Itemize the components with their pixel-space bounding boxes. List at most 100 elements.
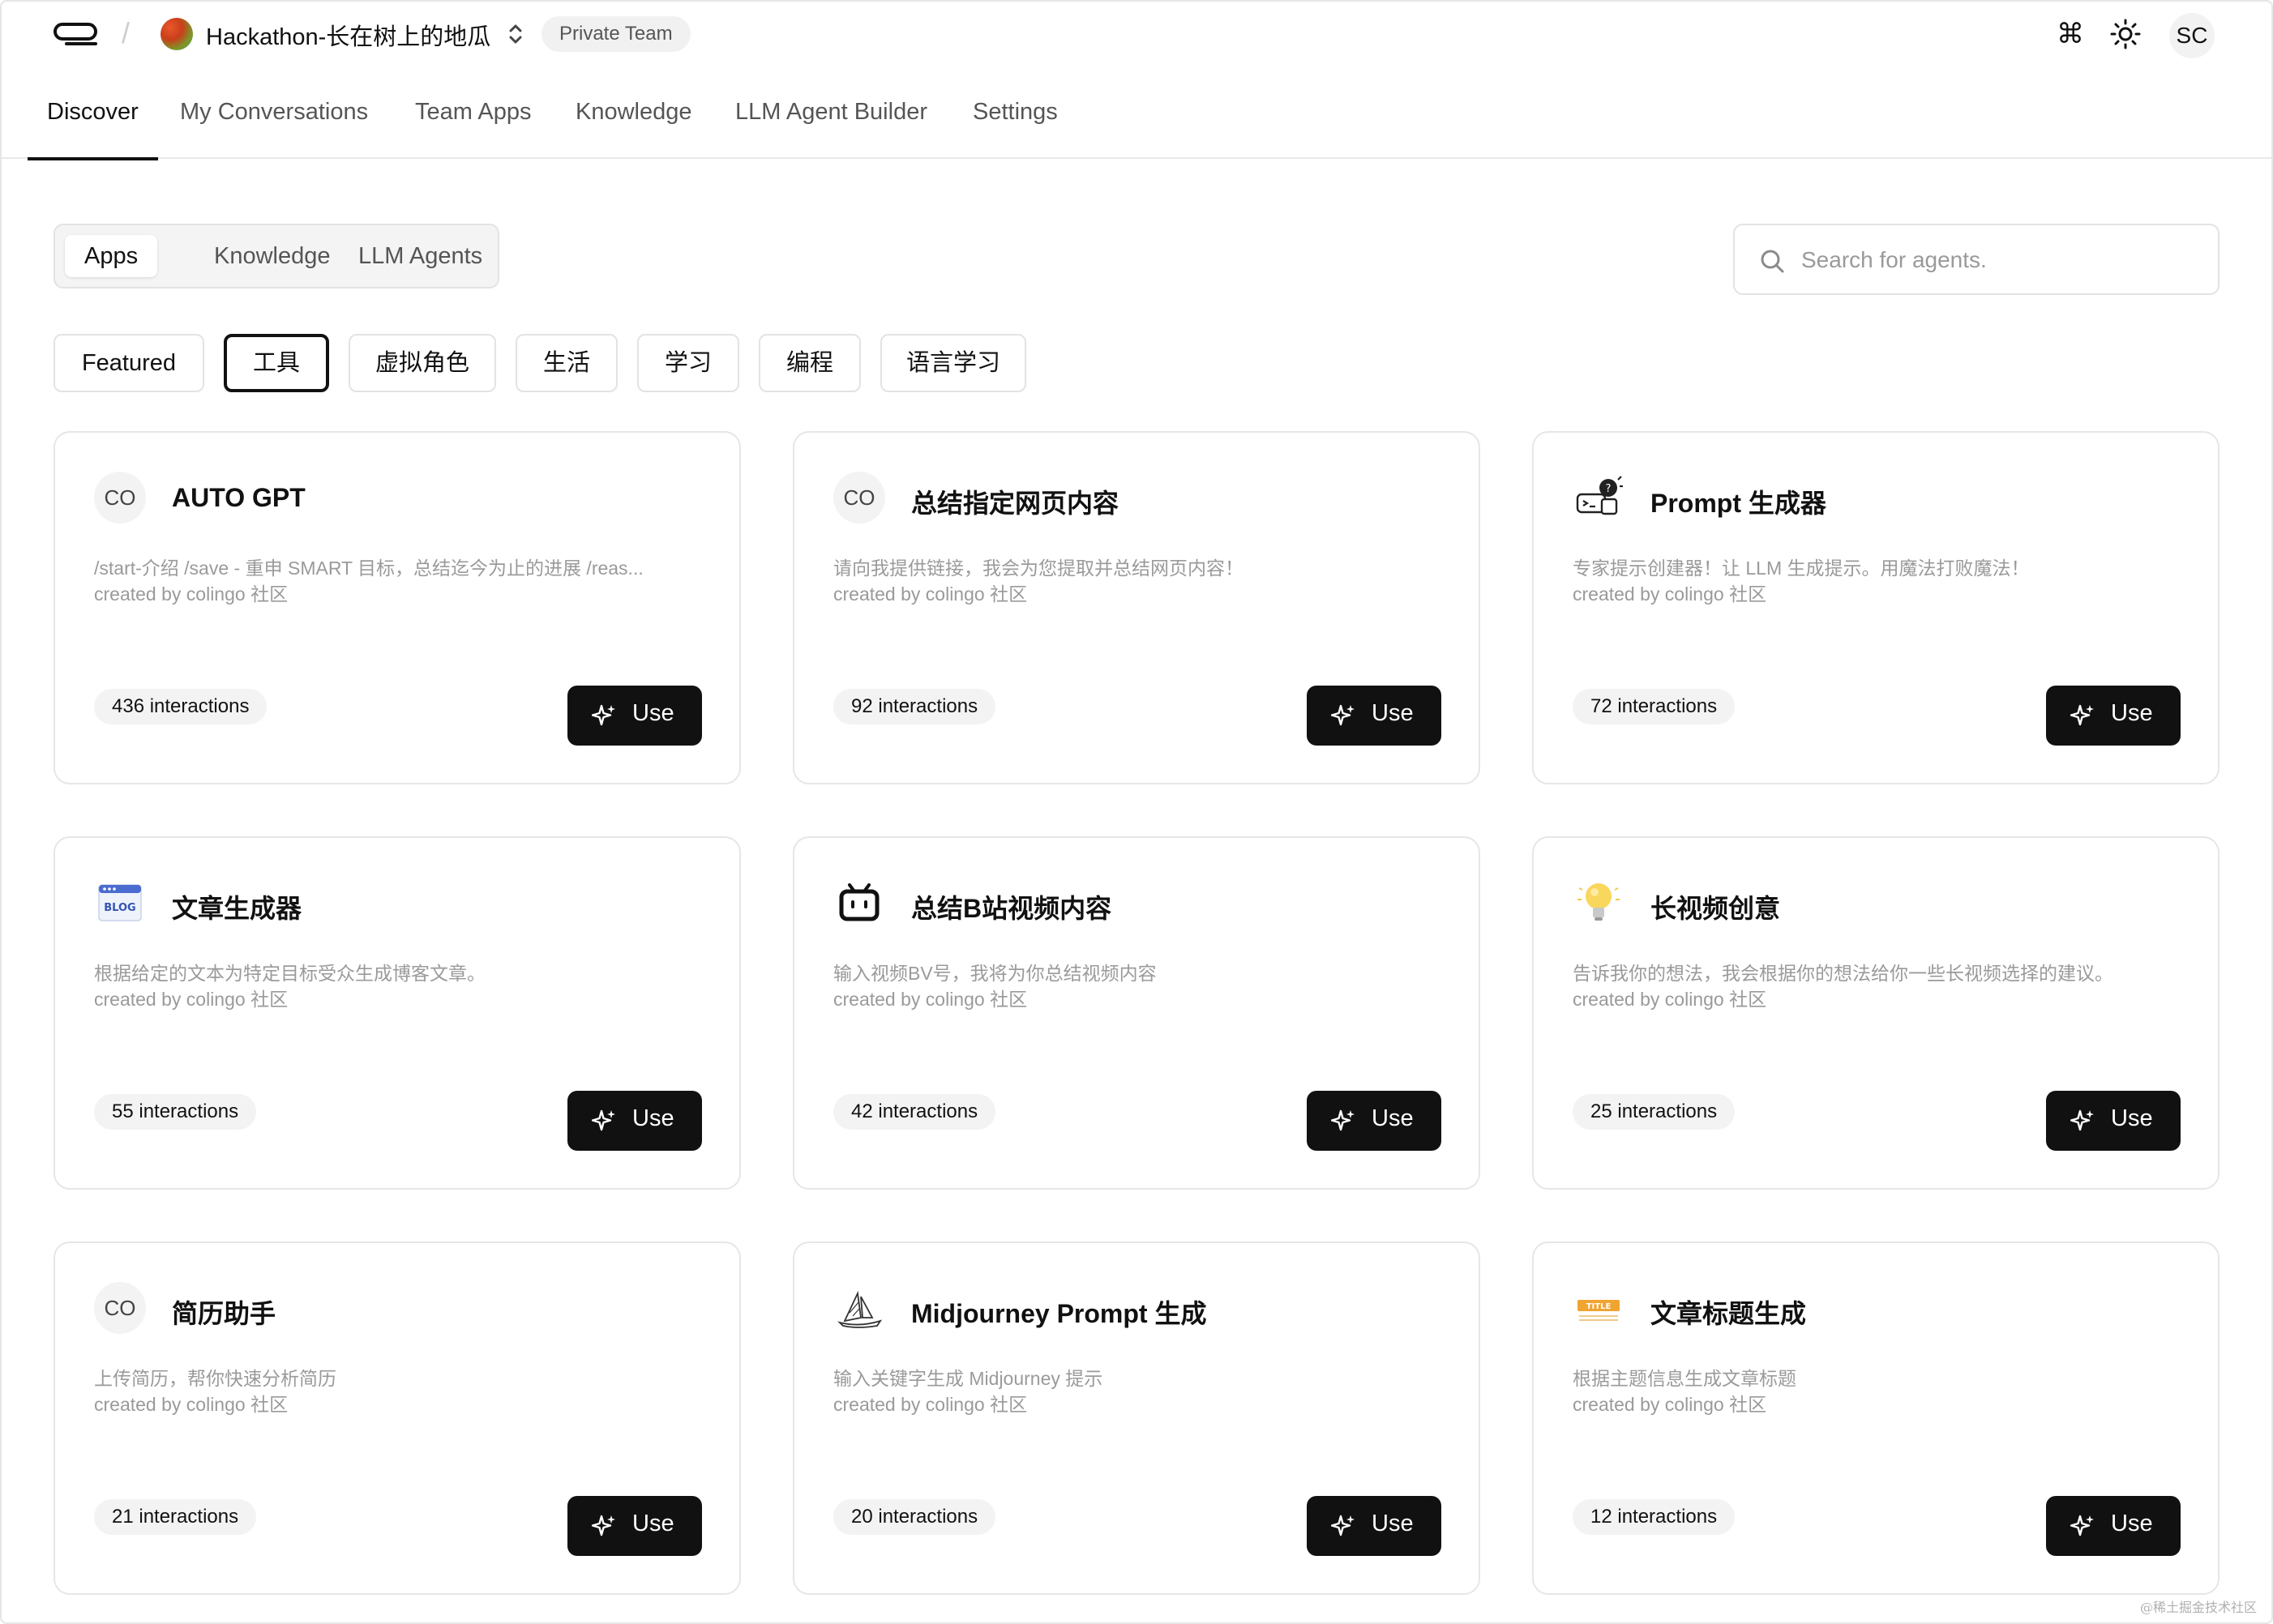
app-card[interactable]: CO AUTO GPT /start-介绍 /save - 重申 SMART 目… <box>54 431 741 784</box>
use-button-label: Use <box>2111 1511 2153 1536</box>
app-card[interactable]: 总结B站视频内容 输入视频BV号，我将为你总结视频内容 created by c… <box>793 836 1480 1190</box>
use-button-label: Use <box>632 1105 674 1131</box>
card-description: 上传简历，帮你快速分析简历 <box>94 1368 336 1389</box>
card-author: created by colingo 社区 <box>833 1394 1028 1415</box>
tab-llm-agent-builder[interactable]: LLM Agent Builder <box>735 99 927 159</box>
main-nav: Discover My Conversations Team Apps Know… <box>2 83 2271 160</box>
app-card[interactable]: Midjourney Prompt 生成 输入关键字生成 Midjourney … <box>793 1242 1480 1595</box>
category-programming[interactable]: 编程 <box>759 334 861 392</box>
app-card[interactable]: TITLE 文章标题生成 根据主题信息生成文章标题 created by col… <box>1532 1242 2219 1595</box>
tab-discover[interactable]: Discover <box>28 99 158 160</box>
category-featured[interactable]: Featured <box>54 334 204 392</box>
interaction-count: 20 interactions <box>833 1499 996 1535</box>
use-button[interactable]: Use <box>2046 1091 2181 1151</box>
app-card[interactable]: ? Prompt 生成器 专家提示创建器！让 LLM 生成提示。用魔法打败魔法！… <box>1532 431 2219 784</box>
interaction-count: 25 interactions <box>1573 1094 1736 1130</box>
use-button[interactable]: Use <box>2046 1496 2181 1556</box>
use-button-label: Use <box>2111 700 2153 726</box>
breadcrumb-separator: / <box>122 16 131 49</box>
sparkle-icon <box>2070 704 2094 726</box>
use-button-label: Use <box>2111 1105 2153 1131</box>
interaction-count: 55 interactions <box>94 1094 257 1130</box>
use-button-label: Use <box>1372 1105 1414 1131</box>
tab-team-apps[interactable]: Team Apps <box>415 99 531 159</box>
interaction-count: 436 interactions <box>94 689 268 724</box>
tab-settings[interactable]: Settings <box>973 99 1058 159</box>
search-icon <box>1761 250 1784 273</box>
team-avatar[interactable] <box>161 18 193 50</box>
category-study[interactable]: 学习 <box>637 334 739 392</box>
search-input[interactable] <box>1801 238 2198 282</box>
title-tag-icon: TITLE <box>1577 1300 1620 1321</box>
sailboat-icon <box>837 1290 883 1328</box>
sun-icon[interactable] <box>2108 16 2143 52</box>
interaction-count: 92 interactions <box>833 689 996 724</box>
category-tools[interactable]: 工具 <box>224 334 329 392</box>
command-icon[interactable]: ⌘ <box>2053 16 2088 52</box>
type-segmented-control: Apps Knowledge LLM Agents <box>54 224 499 288</box>
card-description: 输入关键字生成 Midjourney 提示 <box>833 1368 1103 1389</box>
card-author: created by colingo 社区 <box>1573 583 1767 605</box>
sparkle-icon <box>1331 704 1355 726</box>
menu-logo-icon[interactable] <box>52 18 99 50</box>
use-button[interactable]: Use <box>1307 1496 1441 1556</box>
use-button-label: Use <box>1372 1511 1414 1536</box>
app-card[interactable]: CO 总结指定网页内容 请向我提供链接，我会为您提取并总结网页内容！ creat… <box>793 431 1480 784</box>
card-title: 文章生成器 <box>172 894 302 923</box>
sparkle-icon <box>2070 1109 2094 1131</box>
interaction-count: 12 interactions <box>1573 1499 1736 1535</box>
card-author: created by colingo 社区 <box>94 989 289 1010</box>
sparkle-icon <box>1331 1515 1355 1536</box>
card-description: 专家提示创建器！让 LLM 生成提示。用魔法打败魔法！ <box>1573 558 2030 579</box>
card-description: 告诉我你的想法，我会根据你的想法给你一些长视频选择的建议。 <box>1573 963 2113 984</box>
interaction-count: 72 interactions <box>1573 689 1736 724</box>
card-description: /start-介绍 /save - 重申 SMART 目标，总结迄今为止的进展 … <box>94 558 644 579</box>
team-name[interactable]: Hackathon-长在树上的地瓜 <box>206 18 490 52</box>
app-window: / Hackathon-长在树上的地瓜 Private Team ⌘ SC Di… <box>0 0 2273 1624</box>
card-title: Midjourney Prompt 生成 <box>911 1299 1207 1328</box>
sparkle-icon <box>2070 1515 2094 1536</box>
use-button-label: Use <box>632 1511 674 1536</box>
use-button[interactable]: Use <box>1307 1091 1441 1151</box>
card-title: 文章标题生成 <box>1650 1299 1807 1328</box>
category-life[interactable]: 生活 <box>516 334 618 392</box>
card-title: 长视频创意 <box>1650 894 1781 923</box>
tab-knowledge[interactable]: Knowledge <box>576 99 692 159</box>
card-title: 简历助手 <box>172 1299 276 1328</box>
team-switch-icon[interactable] <box>504 19 527 49</box>
use-button[interactable]: Use <box>2046 686 2181 746</box>
sparkle-icon <box>592 1515 615 1536</box>
category-virtual-role[interactable]: 虚拟角色 <box>349 334 496 392</box>
use-button[interactable]: Use <box>1307 686 1441 746</box>
card-author: created by colingo 社区 <box>1573 1394 1767 1415</box>
prompt-bot-icon: ? <box>1576 476 1623 515</box>
svg-text:?: ? <box>1606 483 1612 495</box>
card-description: 根据主题信息生成文章标题 <box>1573 1368 1796 1389</box>
card-author: created by colingo 社区 <box>94 1394 289 1415</box>
top-bar: / Hackathon-长在树上的地瓜 Private Team ⌘ SC <box>2 2 2271 66</box>
search-box[interactable] <box>1733 224 2219 295</box>
card-author: created by colingo 社区 <box>94 583 289 605</box>
card-description: 输入视频BV号，我将为你总结视频内容 <box>833 963 1157 984</box>
card-title: 总结指定网页内容 <box>911 489 1119 518</box>
card-title: Prompt 生成器 <box>1650 489 1826 518</box>
use-button-label: Use <box>1372 700 1414 726</box>
use-button[interactable]: Use <box>567 686 702 746</box>
card-author: created by colingo 社区 <box>833 989 1028 1010</box>
sparkle-icon <box>1331 1109 1355 1131</box>
app-card[interactable]: BLOG 文章生成器 根据给定的文本为特定目标受众生成博客文章。 created… <box>54 836 741 1190</box>
tab-my-conversations[interactable]: My Conversations <box>180 99 368 159</box>
app-card[interactable]: CO 简历助手 上传简历，帮你快速分析简历 created by colingo… <box>54 1242 741 1595</box>
category-language-learning[interactable]: 语言学习 <box>880 334 1026 392</box>
watermark: @稀土掘金技术社区 <box>2139 1600 2257 1615</box>
app-card[interactable]: 长视频创意 告诉我你的想法，我会根据你的想法给你一些长视频选择的建议。 crea… <box>1532 836 2219 1190</box>
user-avatar[interactable]: SC <box>2169 13 2215 58</box>
use-button[interactable]: Use <box>567 1496 702 1556</box>
segment-apps[interactable]: Apps <box>65 235 158 277</box>
use-button-label: Use <box>632 700 674 726</box>
use-button[interactable]: Use <box>567 1091 702 1151</box>
segment-llm-agents[interactable]: LLM Agents <box>339 235 502 277</box>
sparkle-icon <box>592 1109 615 1131</box>
segment-knowledge[interactable]: Knowledge <box>195 235 350 277</box>
card-author: created by colingo 社区 <box>1573 989 1767 1010</box>
